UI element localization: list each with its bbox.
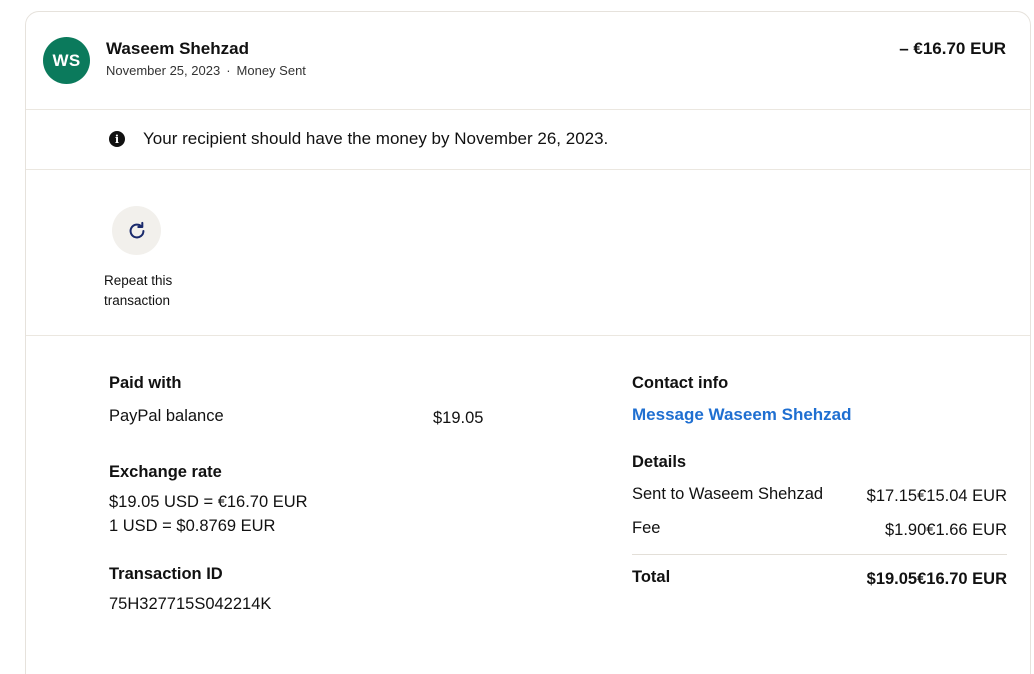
repeat-transaction-label[interactable]: Repeat this transaction: [104, 271, 194, 311]
transaction-subtitle: November 25, 2023 · Money Sent: [106, 63, 306, 78]
payment-method: PayPal balance: [109, 407, 224, 425]
transaction-card: WS Waseem Shehzad November 25, 2023 · Mone…: [25, 11, 1031, 674]
avatar: WS: [43, 37, 90, 84]
repeat-label-line1: Repeat this: [104, 273, 173, 288]
total-divider: [632, 554, 1007, 555]
transaction-amount: – €16.70 EUR: [899, 39, 1006, 58]
sent-to-label: Sent to Waseem Shehzad: [632, 485, 824, 503]
exchange-rate-line1: $19.05 USD = €16.70 EUR: [109, 493, 308, 511]
details-section: Paid with PayPal balance $19.05 Exchange…: [26, 336, 1030, 674]
contact-info-title: Contact info: [632, 374, 729, 392]
total-value: $19.05€16.70 EUR: [866, 570, 1007, 588]
fee-label: Fee: [632, 519, 661, 537]
payment-amount: $19.05: [433, 409, 484, 427]
actions-section: Repeat this transaction: [26, 170, 1030, 336]
recipient-name: Waseem Shehzad: [106, 39, 249, 58]
sent-to-value: $17.15€15.04 EUR: [866, 487, 1007, 505]
info-icon: i: [109, 131, 125, 147]
delivery-notice: i Your recipient should have the money b…: [26, 110, 1030, 170]
message-recipient-link[interactable]: Message Waseem Shehzad: [632, 405, 852, 425]
repeat-transaction-button[interactable]: [112, 206, 161, 255]
transaction-date: November 25, 2023: [106, 63, 221, 78]
separator: ·: [226, 63, 231, 78]
refresh-icon: [129, 221, 144, 238]
transaction-id-title: Transaction ID: [109, 565, 223, 583]
details-title: Details: [632, 453, 687, 471]
repeat-label-line2: transaction: [104, 293, 171, 308]
transaction-id-value: 75H327715S042214K: [109, 595, 272, 613]
fee-value: $1.90€1.66 EUR: [884, 521, 1007, 539]
exchange-rate-title: Exchange rate: [109, 463, 222, 481]
transaction-header: WS Waseem Shehzad November 25, 2023 · Mone…: [26, 12, 1030, 110]
total-label: Total: [632, 568, 671, 586]
paid-with-title: Paid with: [109, 374, 182, 392]
notice-text: Your recipient should have the money by …: [143, 129, 609, 148]
exchange-rate-line2: 1 USD = $0.8769 EUR: [109, 517, 276, 535]
transaction-type: Money Sent: [236, 63, 306, 78]
